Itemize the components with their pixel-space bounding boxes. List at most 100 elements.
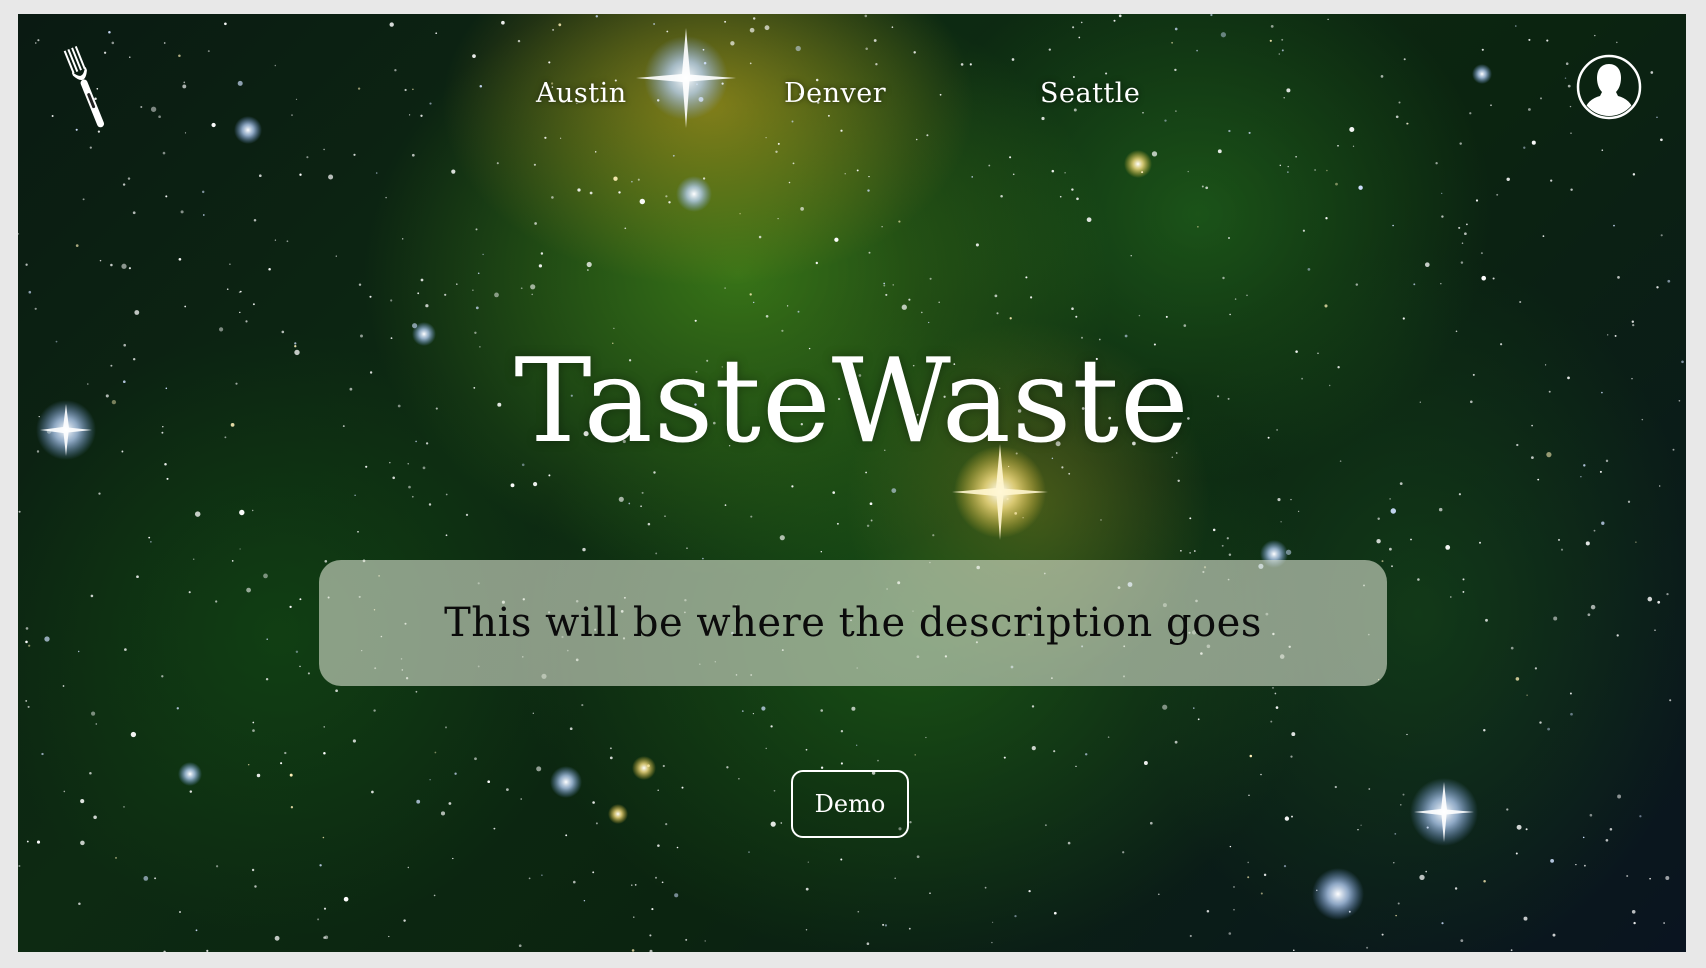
star [1564,77,1567,79]
star [777,217,779,220]
star [791,485,794,488]
star [1206,909,1210,913]
star [247,763,250,766]
star [633,916,635,918]
star [1307,268,1311,271]
star [657,844,660,847]
star [984,886,987,889]
star [1660,234,1663,237]
nav-link-seattle[interactable]: Seattle [1040,78,1140,109]
star [1142,111,1144,114]
star [870,519,873,522]
demo-button[interactable]: Demo [791,770,909,838]
star [392,476,395,480]
star [1205,186,1209,190]
star [1281,49,1284,52]
star [1570,132,1572,135]
nav-link-austin[interactable]: Austin [536,78,627,109]
star [369,295,372,298]
star [916,855,920,859]
star [465,513,469,517]
star [1389,498,1391,500]
star [1183,324,1187,327]
star [252,303,255,306]
star [1609,828,1613,831]
star [1569,105,1572,108]
star [1193,707,1195,709]
star [1663,922,1665,924]
star [403,919,406,922]
star [389,22,394,27]
star [1279,164,1282,167]
star [882,923,885,926]
star [577,188,581,192]
star [475,228,478,231]
star [869,502,873,506]
star [1164,119,1167,122]
star [1075,765,1077,768]
star [390,337,393,339]
star [1635,541,1637,543]
star [1210,14,1213,17]
star [206,949,209,952]
star [530,284,536,290]
star [1212,528,1216,532]
star [685,938,688,941]
star [475,306,479,310]
star [1229,313,1231,316]
star [1068,472,1071,475]
star [1011,58,1015,61]
star [1666,592,1669,596]
star [724,287,726,289]
star [195,929,198,932]
star [1575,863,1577,866]
user-avatar-icon[interactable] [1576,54,1642,120]
star [765,747,767,750]
star [1438,507,1443,512]
star [583,899,586,902]
star [840,762,843,765]
star [791,120,794,123]
star [1270,720,1273,723]
star [820,551,822,553]
nav-link-denver[interactable]: Denver [784,78,886,109]
star [1397,902,1400,905]
star [1601,149,1604,152]
star [448,802,452,805]
star [520,798,522,800]
star [1542,235,1545,237]
star [996,312,999,315]
star [1483,729,1486,732]
star [1327,18,1329,21]
star [1031,745,1036,751]
star [108,30,111,34]
star [1460,939,1464,943]
star [1449,596,1452,598]
star [1064,171,1066,174]
star [226,288,229,291]
star [299,665,301,668]
star [1189,517,1192,520]
star [239,509,245,516]
star [239,548,241,550]
star [1381,933,1384,936]
star [1107,736,1110,738]
star [1080,21,1083,24]
star [1000,195,1003,198]
star [1523,146,1526,149]
star [674,893,679,898]
star [1515,25,1517,27]
star [1189,934,1192,938]
star [908,298,911,301]
star [163,42,166,44]
star [166,477,169,480]
star [41,752,44,756]
star [1515,852,1518,855]
star [299,598,302,601]
star [533,163,536,166]
star [124,648,127,651]
star [864,14,868,18]
fork-icon[interactable] [60,42,110,134]
star [1406,733,1408,736]
star [1284,816,1290,821]
